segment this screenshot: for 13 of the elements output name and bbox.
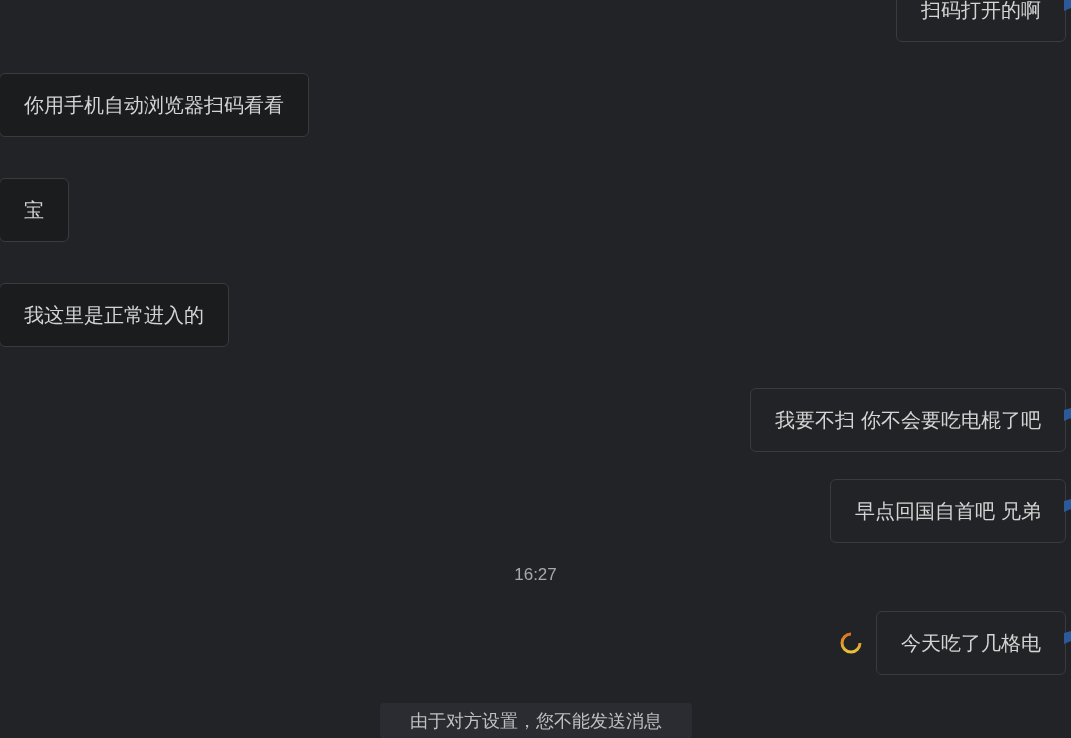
message-bubble: 今天吃了几格电 — [876, 611, 1066, 675]
triangle-marker-icon — [1064, 408, 1071, 422]
notice-bar: 由于对方设置，您不能发送消息 — [379, 703, 692, 738]
triangle-marker-icon — [1064, 499, 1071, 513]
message-bubble: 扫码打开的啊 — [896, 0, 1066, 42]
message-bubble: 宝 — [0, 178, 69, 242]
message-bubble: 你用手机自动浏览器扫码看看 — [0, 73, 309, 137]
triangle-marker-icon — [1064, 0, 1071, 12]
triangle-marker-icon — [1064, 631, 1071, 645]
timestamp: 16:27 — [514, 565, 557, 585]
message-bubble: 我这里是正常进入的 — [0, 283, 229, 347]
message-bubble: 我要不扫 你不会要吃电棍了吧 — [750, 388, 1066, 452]
message-bubble: 早点回国自首吧 兄弟 — [830, 479, 1066, 543]
